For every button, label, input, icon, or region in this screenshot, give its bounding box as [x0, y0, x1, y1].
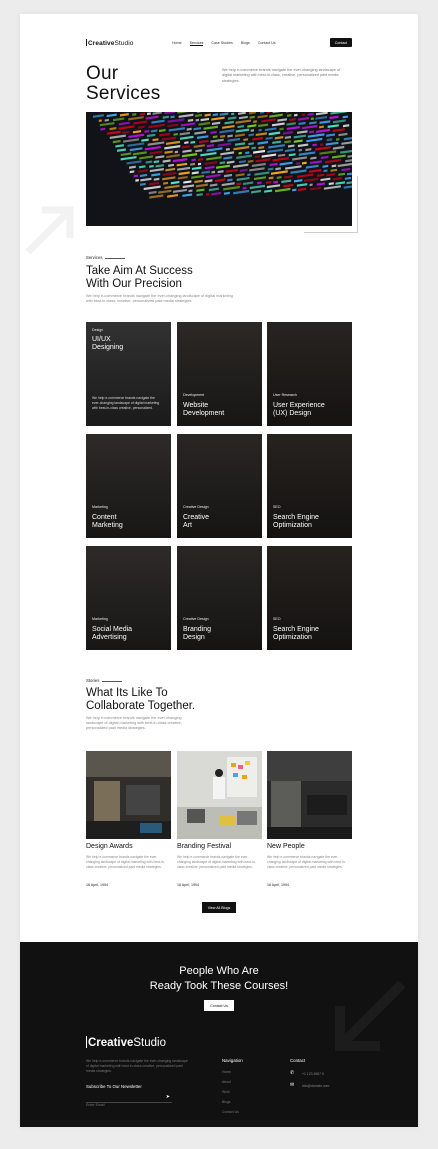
story-date: 16 April, 1994	[267, 883, 289, 887]
service-card-category: User Research	[273, 393, 297, 397]
services-section-label: Services	[86, 255, 126, 260]
newsletter-form: ➤	[86, 1093, 172, 1110]
story-date: 16 April, 1994	[86, 883, 108, 887]
service-card-description: We help e-commerce brands navigate the e…	[92, 396, 160, 410]
stories-description: We help e-commerce brands navigate the e…	[86, 716, 182, 731]
menu-case-studies[interactable]: Case Studies	[211, 41, 232, 46]
footer-description: We help e-commerce brands navigate the e…	[86, 1059, 188, 1073]
story-excerpt: We help e-commerce brands navigate the e…	[86, 855, 165, 869]
service-card-title: Search Engine Optimization	[273, 514, 319, 529]
send-icon[interactable]: ➤	[166, 1094, 170, 1100]
story-image-new-people[interactable]	[267, 751, 352, 839]
stories-section-label: Stories	[86, 678, 123, 683]
newsletter-title: Subscribe To Our Newsletter	[86, 1084, 142, 1089]
mail-icon: ✉	[290, 1082, 295, 1088]
service-card-seo[interactable]: SEO Search Engine Optimization	[267, 434, 352, 538]
logo[interactable]: CreativeStudio	[86, 39, 134, 47]
footer: People Who Are Ready Took These Courses!…	[20, 942, 418, 1127]
arrow-up-right-icon	[25, 206, 74, 255]
menu-services[interactable]: Services	[189, 41, 204, 46]
service-card-title: Content Marketing	[92, 514, 123, 529]
service-card-title: Website Development	[183, 402, 225, 417]
page-frame: CreativeStudio Home Services Case Studie…	[20, 14, 418, 1127]
newsletter-email-input[interactable]	[86, 1100, 156, 1110]
phone-icon: ✆	[290, 1070, 295, 1076]
top-navbar: CreativeStudio Home Services Case Studie…	[86, 38, 352, 50]
main-menu: Home Services Case Studies Blogs Contact…	[172, 41, 276, 46]
footer-link-about[interactable]: About	[222, 1080, 231, 1084]
service-card-category: SEO	[273, 505, 281, 509]
story-title[interactable]: Design Awards	[86, 843, 133, 850]
service-card-title: Search Engine Optimization	[273, 626, 319, 641]
service-card-category: Marketing	[92, 505, 108, 509]
footer-logo[interactable]: CreativeStudio	[86, 1036, 166, 1049]
service-card-content-marketing[interactable]: Marketing Content Marketing	[86, 434, 171, 538]
footer-phone[interactable]: +1 123 4567 9	[302, 1072, 324, 1076]
footer-email[interactable]: info@domain.com	[302, 1084, 329, 1088]
service-card-category: Marketing	[92, 617, 108, 621]
service-card-title: Branding Design	[183, 626, 212, 641]
service-card-category: Creative Design	[183, 617, 209, 621]
story-image-branding-festival[interactable]	[177, 751, 262, 839]
service-card-social-media[interactable]: Marketing Social Media Advertising	[86, 546, 171, 650]
service-card-category: Design	[92, 328, 104, 332]
services-heading: Take Aim At Success With Our Precision	[86, 265, 193, 290]
footer-nav-title: Navigation	[222, 1058, 243, 1063]
services-description: We help e-commerce brands navigate the e…	[86, 294, 233, 304]
service-card-creative-art[interactable]: Creative Design Creative Art	[177, 434, 262, 538]
footer-link-blogs[interactable]: Blogs	[222, 1100, 230, 1104]
footer-link-contact-us[interactable]: Contact Us	[222, 1110, 239, 1114]
story-excerpt: We help e-commerce brands navigate the e…	[267, 855, 346, 869]
service-card-ui-ux[interactable]: Design UI/UX Designing We help e-commerce…	[86, 322, 171, 426]
cta-contact-button[interactable]: Contact Us	[204, 1000, 234, 1011]
service-card-category: Development	[183, 393, 205, 397]
footer-link-home[interactable]: Home	[222, 1070, 231, 1074]
page-title: Our Services	[86, 63, 161, 104]
story-title[interactable]: New People	[267, 843, 305, 850]
service-card-title: User Experience (UX) Design	[273, 402, 325, 417]
menu-home[interactable]: Home	[172, 41, 182, 46]
service-card-title: UI/UX Designing	[92, 336, 124, 351]
footer-link-work[interactable]: Work	[222, 1090, 230, 1094]
menu-contact-us[interactable]: Contact Us	[258, 41, 276, 46]
service-card-category: Creative Design	[183, 505, 209, 509]
story-image-design-awards[interactable]	[86, 751, 171, 839]
hero-code-image	[86, 112, 352, 226]
footer-contact-title: Contact	[290, 1058, 306, 1063]
story-title[interactable]: Branding Festival	[177, 843, 231, 850]
hero-description: We help e-commerce brands navigate the e…	[222, 68, 341, 83]
decorative-frame-line	[304, 232, 358, 233]
service-card-web-development[interactable]: Development Website Development	[177, 322, 262, 426]
service-card-title: Creative Art	[183, 514, 210, 529]
service-card-seo-2[interactable]: SEO Search Engine Optimization	[267, 546, 352, 650]
stories-heading: What Its Like To Collaborate Together.	[86, 687, 196, 712]
service-card-category: SEO	[273, 617, 281, 621]
view-all-blogs-button[interactable]: View All Blogs	[202, 902, 236, 913]
service-card-title: Social Media Advertising	[92, 626, 133, 641]
decorative-frame-line	[357, 176, 358, 233]
menu-blogs[interactable]: Blogs	[241, 41, 250, 46]
story-date: 16 April, 1994	[177, 883, 199, 887]
cta-heading: People Who Are Ready Took These Courses!	[149, 965, 289, 992]
service-card-ux-design[interactable]: User Research User Experience (UX) Design	[267, 322, 352, 426]
contact-button[interactable]: Contact	[330, 38, 352, 47]
service-card-branding[interactable]: Creative Design Branding Design	[177, 546, 262, 650]
story-excerpt: We help e-commerce brands navigate the e…	[177, 855, 256, 869]
